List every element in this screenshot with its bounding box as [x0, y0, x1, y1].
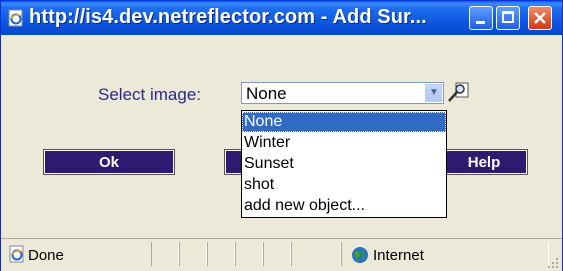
- status-cell: [207, 242, 235, 266]
- globe-icon: [352, 247, 368, 263]
- minimize-icon: [476, 21, 485, 24]
- image-select[interactable]: None ▼: [241, 82, 444, 104]
- maximize-button[interactable]: [496, 6, 520, 30]
- option-winter[interactable]: Winter: [242, 133, 446, 153]
- help-button[interactable]: Help: [440, 149, 528, 175]
- zone-text: Internet: [373, 247, 424, 264]
- chevron-down-icon: ▼: [429, 87, 439, 98]
- ok-button[interactable]: Ok: [43, 149, 175, 175]
- status-cell: [263, 242, 291, 266]
- ie-page-icon: [9, 245, 24, 263]
- title-bar[interactable]: http://is4.dev.netreflector.com - Add Su…: [1, 1, 562, 35]
- status-cell: [179, 242, 207, 266]
- status-cell: [235, 242, 263, 266]
- window-title: http://is4.dev.netreflector.com - Add Su…: [29, 6, 427, 28]
- close-icon: [534, 12, 546, 24]
- ie-page-icon: [8, 9, 23, 27]
- option-shot[interactable]: shot: [242, 175, 446, 195]
- status-cell: [291, 242, 341, 266]
- option-add-new-object[interactable]: add new object...: [242, 196, 446, 216]
- resize-grip-icon[interactable]: [547, 257, 559, 269]
- maximize-icon: [502, 11, 514, 23]
- image-dropdown-list: None Winter Sunset shot add new object..…: [241, 110, 447, 218]
- close-button[interactable]: [528, 6, 552, 30]
- magnifier-icon[interactable]: [447, 82, 469, 104]
- dialog-content: Select image: None ▼ Ok Help None Winter…: [1, 35, 562, 238]
- image-select-value: None: [246, 84, 287, 103]
- status-text: Done: [28, 247, 64, 264]
- dropdown-arrow-button[interactable]: ▼: [425, 84, 442, 102]
- status-bar: Done Internet: [1, 238, 562, 271]
- dialog-window: http://is4.dev.netreflector.com - Add Su…: [0, 0, 563, 271]
- option-sunset[interactable]: Sunset: [242, 154, 446, 174]
- select-image-label: Select image:: [98, 85, 201, 104]
- minimize-button[interactable]: [469, 6, 493, 30]
- status-cell: [151, 242, 179, 266]
- option-none[interactable]: None: [242, 112, 446, 132]
